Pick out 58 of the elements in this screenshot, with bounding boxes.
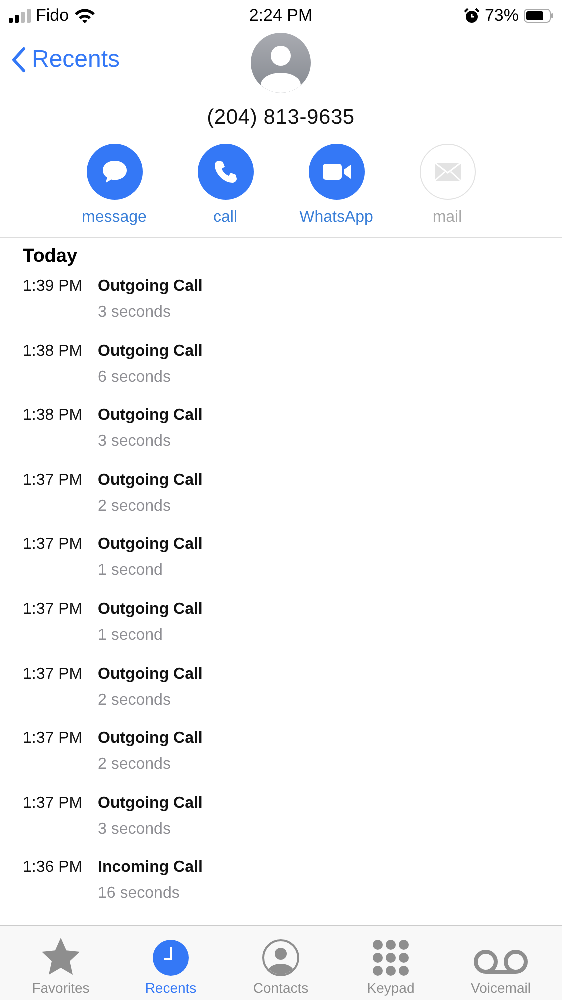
avatar <box>251 33 311 93</box>
call-time: 1:37 PM <box>23 729 84 750</box>
video-camera-icon <box>322 162 352 182</box>
phone-number: (204) 813-9635 <box>207 106 355 130</box>
call-duration: 3 seconds <box>98 304 172 322</box>
keypad-icon <box>372 939 410 977</box>
call-type: Outgoing Call <box>98 666 203 684</box>
action-button[interactable]: call <box>180 144 272 227</box>
clock-icon <box>152 939 190 977</box>
call-duration: 16 seconds <box>98 885 181 904</box>
call-type: Outgoing Call <box>98 407 203 426</box>
call-duration: 1 second <box>98 626 164 645</box>
battery-percent: 73% <box>484 6 519 26</box>
call-time: 1:38 PM <box>23 406 84 426</box>
call-type: Outgoing Call <box>98 794 203 813</box>
call-duration: 1 second <box>98 562 164 580</box>
wifi-icon <box>74 8 96 24</box>
call-duration: 6 seconds <box>98 368 172 387</box>
status-time: 2:24 PM <box>249 6 313 26</box>
tab[interactable]: Favorites <box>6 926 116 1000</box>
call-time: 1:37 PM <box>23 600 84 620</box>
call-type: Outgoing Call <box>98 342 203 361</box>
call-time: 1:38 PM <box>23 342 84 362</box>
tab[interactable]: Contacts <box>226 926 336 1000</box>
call-time: 1:36 PM <box>23 858 84 878</box>
call-duration: 3 seconds <box>98 820 172 839</box>
battery-icon <box>524 9 554 23</box>
voicemail-icon <box>473 947 529 977</box>
call-duration: 2 seconds <box>98 692 172 710</box>
call-time: 1:37 PM <box>23 794 84 814</box>
call-type: Outgoing Call <box>98 536 203 554</box>
call-type: Outgoing Call <box>98 730 203 748</box>
message-icon <box>100 159 128 185</box>
call-time: 1:39 PM <box>23 277 84 297</box>
call-type: Outgoing Call <box>98 278 203 296</box>
call-duration: 2 seconds <box>98 756 172 774</box>
tab[interactable]: Keypad <box>336 926 446 1000</box>
call-time: 1:37 PM <box>23 664 84 685</box>
tab[interactable]: Recents <box>116 926 226 1000</box>
person-circle-icon <box>262 939 300 977</box>
call-type: Outgoing Call <box>98 600 203 619</box>
call-time: 1:37 PM <box>23 535 84 556</box>
phone-icon <box>212 159 238 185</box>
action-button[interactable]: WhatsApp <box>290 144 382 227</box>
tab[interactable]: Voicemail <box>446 926 556 1000</box>
call-duration: 3 seconds <box>98 433 172 452</box>
envelope-icon <box>434 162 462 182</box>
back-button[interactable]: Recents <box>12 46 120 74</box>
call-duration: 2 seconds <box>98 498 172 516</box>
section-header: Today <box>23 246 79 269</box>
call-time: 1:37 PM <box>23 470 84 491</box>
call-type: Incoming Call <box>98 859 203 878</box>
carrier-name: Fido <box>36 6 70 26</box>
signal-icon <box>9 9 31 23</box>
action-button[interactable]: message <box>68 144 160 227</box>
chevron-left-icon <box>12 47 26 73</box>
star-icon <box>40 937 82 977</box>
call-type: Outgoing Call <box>98 472 203 490</box>
